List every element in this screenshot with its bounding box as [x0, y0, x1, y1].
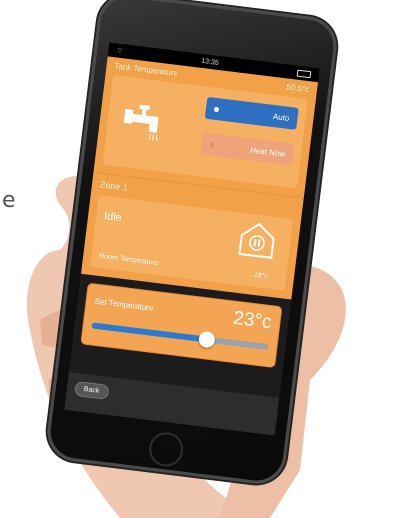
tank-temperature-value: 50.5°c — [285, 82, 310, 95]
tap-icon — [123, 104, 159, 141]
auto-button[interactable]: Auto — [204, 96, 299, 130]
zone-state: Idle — [103, 210, 123, 225]
battery-icon — [296, 69, 312, 78]
heat-now-button[interactable]: Heat Now — [200, 132, 295, 166]
house-pause-icon[interactable] — [236, 219, 278, 261]
tank-card: Auto Heat Now — [102, 75, 308, 189]
set-temperature-card: Set Temperature 23°c — [80, 282, 283, 369]
home-button[interactable] — [147, 430, 186, 469]
room-temperature-label: Room Temperature — [98, 252, 159, 268]
app-screen: ⌔ 13:35 Tank Temperature 50.5°c Auto Hea… — [64, 42, 320, 436]
bottom-bar: Back — [64, 371, 280, 436]
status-time: 13:35 — [200, 57, 220, 67]
room-temperature-value: 18°c — [253, 271, 269, 281]
radio-selected-icon — [213, 106, 220, 112]
slider-fill — [91, 322, 207, 343]
wifi-icon: ⌔ — [115, 46, 124, 55]
radio-unselected-icon — [209, 141, 215, 148]
back-button[interactable]: Back — [74, 380, 110, 400]
set-temperature-label: Set Temperature — [94, 296, 154, 313]
set-temperature-value: 23°c — [232, 307, 273, 334]
slider-thumb[interactable] — [197, 330, 216, 349]
auto-label: Auto — [272, 111, 291, 123]
heat-now-label: Heat Now — [249, 144, 286, 159]
zone-card: Idle Room Temperature 18°c — [89, 195, 294, 291]
phone-speaker — [197, 25, 238, 35]
